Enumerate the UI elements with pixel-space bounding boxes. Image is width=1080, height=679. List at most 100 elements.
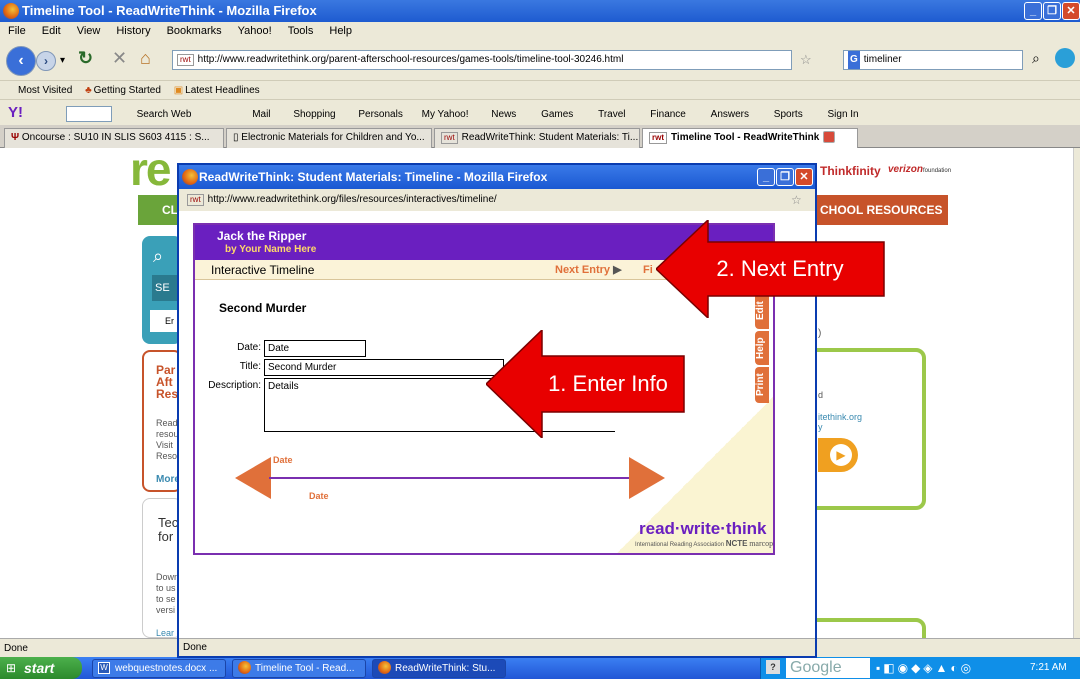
yahoo-item-shopping[interactable]: Shopping <box>293 109 335 120</box>
yahoo-item-games[interactable]: Games <box>541 109 573 120</box>
title-input[interactable]: Second Murder <box>264 359 504 376</box>
yahoo-item-sign-in[interactable]: Sign In <box>827 109 858 120</box>
home-icon[interactable]: ⌂ <box>140 48 151 69</box>
timeline-prev-arrow[interactable] <box>235 457 271 499</box>
right-paren-text: ) <box>818 328 822 339</box>
title-line: for <box>158 529 174 544</box>
windows-logo-icon: ⊞ <box>6 661 17 675</box>
yahoo-item-search[interactable]: Search Web <box>137 109 192 120</box>
history-dropdown-icon[interactable]: ▾ <box>60 51 65 71</box>
timeline-next-arrow[interactable] <box>629 457 665 499</box>
yahoo-item-sports[interactable]: Sports <box>774 109 803 120</box>
bookmark-star-icon[interactable]: ☆ <box>800 52 812 68</box>
google-toolbar[interactable]: Google <box>786 658 870 678</box>
popup-status-bar: Done <box>179 638 815 656</box>
bookmarks-toolbar: Most Visited ♣ Getting Started ▣ Latest He… <box>0 80 1080 99</box>
search-field[interactable]: Gtimeliner <box>843 50 1023 70</box>
addon-icon[interactable] <box>1055 48 1075 68</box>
firefox-logo-icon <box>3 3 19 19</box>
menu-bookmarks[interactable]: Bookmarks <box>159 22 230 40</box>
body-line: to us <box>156 583 176 593</box>
callout-enter-info-text: 1. Enter Info <box>548 371 668 396</box>
menu-edit[interactable]: Edit <box>34 22 69 40</box>
bookmark-latest-headlines[interactable]: Latest Headlines <box>185 85 260 96</box>
clock: 7:21 AM <box>1030 662 1067 673</box>
url-bar[interactable]: rwt http://www.readwritethink.org/parent-… <box>172 50 792 70</box>
bookmark-most-visited[interactable]: Most Visited <box>18 85 72 96</box>
right-link[interactable]: itethink.org <box>818 412 862 422</box>
tab-rwt-student-materials[interactable]: rwt ReadWriteThink: Student Materials: Ti… <box>434 128 640 148</box>
yahoo-item-mail[interactable]: Mail <box>252 109 270 120</box>
parent-card-title: Par Aft Res <box>156 364 178 400</box>
learn-link[interactable]: Lear <box>156 628 174 638</box>
help-tab[interactable]: Help <box>755 331 769 365</box>
callout-next-entry-text: 2. Next Entry <box>716 256 844 281</box>
taskbar-item-timeline-tool[interactable]: Timeline Tool - Read... <box>232 659 366 678</box>
popup-bookmark-star-icon[interactable]: ☆ <box>791 193 802 207</box>
thinkfinity-logo: Thinkfinity <box>820 164 881 178</box>
firefox-logo-icon <box>182 169 198 185</box>
tech-card-title: Tec for <box>158 516 178 544</box>
yahoo-item-my-yahoo[interactable]: My Yahoo! <box>422 109 469 120</box>
timeline-date-bottom: Date <box>309 491 329 501</box>
yahoo-item-travel[interactable]: Travel <box>598 109 625 120</box>
yahoo-item-finance[interactable]: Finance <box>650 109 686 120</box>
menu-help[interactable]: Help <box>321 22 360 40</box>
menu-bar: File Edit View History Bookmarks Yahoo! Tools H… <box>0 22 1080 40</box>
popup-minimize-icon[interactable]: _ <box>757 168 775 186</box>
menu-view[interactable]: View <box>69 22 109 40</box>
tab-electronic-materials[interactable]: ▯ Electronic Materials for Children and … <box>226 128 432 148</box>
popup-url-bar[interactable]: rwt http://www.readwritethink.org/files/r… <box>179 189 815 211</box>
yahoo-item-news[interactable]: News <box>491 109 516 120</box>
tab-label: ReadWriteThink: Student Materials: Ti... <box>461 132 639 143</box>
project-title: Jack the Ripper <box>217 229 307 243</box>
body-line: Visit <box>156 440 173 450</box>
parent-card-body: Read resou Visit Resol <box>156 418 179 462</box>
maximize-icon[interactable]: ❐ <box>1043 2 1061 20</box>
close-icon[interactable]: ✕ <box>1062 2 1080 20</box>
menu-yahoo[interactable]: Yahoo! <box>230 22 280 40</box>
tray-icons[interactable]: ▪◧◉◆◈▲◐◎ <box>876 657 974 679</box>
taskbar-item-word[interactable]: webquestnotes.docx ... <box>92 659 226 678</box>
date-input[interactable]: Date <box>264 340 366 357</box>
tab-close-icon[interactable] <box>823 131 836 144</box>
firefox-icon <box>378 661 391 674</box>
tab-timeline-tool[interactable]: rwt Timeline Tool - ReadWriteThink <box>642 128 858 148</box>
yahoo-item-personals[interactable]: Personals <box>358 109 402 120</box>
tab-label: Oncourse : SU10 IN SLIS S603 4115 : S... <box>21 132 210 143</box>
menu-history[interactable]: History <box>108 22 158 40</box>
popup-close-icon[interactable]: ✕ <box>795 168 813 186</box>
body-line: Read <box>156 418 178 428</box>
verizon-sub: foundation <box>923 168 952 174</box>
bookmark-getting-started[interactable]: Getting Started <box>94 85 161 96</box>
description-label: Description: <box>208 380 261 391</box>
help-icon[interactable]: ? <box>766 660 780 674</box>
reload-icon[interactable]: ↻ <box>78 48 93 69</box>
iu-icon: Ψ <box>11 132 22 143</box>
body-line: Resol <box>156 451 180 461</box>
yahoo-item-answers[interactable]: Answers <box>711 109 749 120</box>
next-entry-button[interactable]: Next Entry ▶ <box>555 260 622 280</box>
page-scrollbar[interactable] <box>1073 148 1080 638</box>
taskbar-item-label: webquestnotes.docx ... <box>115 663 218 674</box>
back-icon[interactable]: ‹ <box>6 46 36 76</box>
menu-tools[interactable]: Tools <box>280 22 322 40</box>
minimize-icon[interactable]: _ <box>1024 2 1042 20</box>
finish-button-fragment[interactable]: Fi <box>643 260 653 280</box>
search-panel-input[interactable]: Er <box>150 310 180 332</box>
menu-file[interactable]: File <box>0 22 34 40</box>
yahoo-toolbar: Y! Search Web Mail Shopping Personals My… <box>0 99 1080 125</box>
popup-maximize-icon[interactable]: ❐ <box>776 168 794 186</box>
forward-icon[interactable]: › <box>36 51 56 71</box>
taskbar-item-rwt-student[interactable]: ReadWriteThink: Stu... <box>372 659 506 678</box>
stop-icon[interactable]: ✕ <box>112 48 127 69</box>
verizon-text: verizon <box>888 164 924 175</box>
right-green-panel-2 <box>800 618 926 638</box>
tab-oncourse[interactable]: Ψ Oncourse : SU10 IN SLIS S603 4115 : S.… <box>4 128 224 148</box>
yahoo-search-input[interactable] <box>65 106 112 123</box>
print-tab[interactable]: Print <box>755 367 769 403</box>
title-line: Tec <box>158 515 179 530</box>
yahoo-logo-icon[interactable]: Y! <box>8 104 23 121</box>
timeline-date-top: Date <box>273 455 293 465</box>
search-go-icon[interactable]: ⌕ <box>1032 50 1040 67</box>
